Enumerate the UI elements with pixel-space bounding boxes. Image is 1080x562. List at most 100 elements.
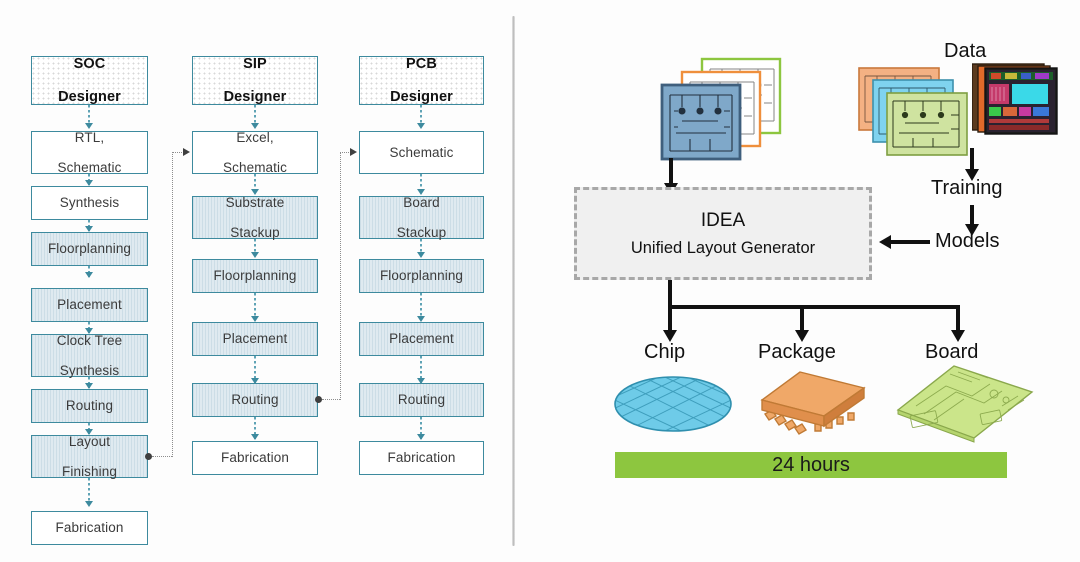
pcb-step-fabrication: Fabrication [359, 441, 484, 475]
pcb-header-line1: PCB [406, 56, 437, 73]
sip-connector-0 [251, 105, 259, 129]
soc-header-line2: Designer [58, 88, 121, 105]
pcb-step-floorplanning: Floorplanning [359, 259, 484, 293]
feedback-sip-seg-v [340, 152, 341, 400]
models-label: Models [935, 230, 1000, 252]
feedback-soc-seg-v [172, 152, 173, 457]
sip-step-1-line2: Stackup [230, 225, 280, 241]
pcb-designer-header: PCB Designer [359, 56, 484, 105]
pcb-connector-1 [417, 174, 425, 195]
soc-step-5-label: Routing [65, 398, 114, 414]
soc-step-routing: Routing [31, 389, 148, 423]
sip-connector-3 [251, 293, 259, 322]
soc-connector-1 [85, 174, 93, 186]
training-label: Training [931, 177, 1003, 199]
figure-root: SOC Designer RTL, Schematic Synthesis Fl… [0, 0, 1080, 562]
arrow-to-board [951, 305, 965, 342]
arrow-data-to-training [965, 148, 979, 181]
idea-output-rail [668, 305, 960, 309]
data-schematic-stack [858, 67, 968, 156]
soc-step-layout-finishing: Layout Finishing [31, 433, 148, 480]
feedback-sip-origin-dot [315, 396, 322, 403]
soc-header-line1: SOC [73, 56, 106, 73]
pcb-step-1-line2: Stackup [396, 225, 447, 241]
idea-overview-panel: Data Training Models IDEA Unified Layout… [512, 0, 1080, 562]
sip-step-routing: Routing [192, 383, 318, 417]
sip-connector-5 [251, 417, 259, 440]
soc-step-placement: Placement [31, 288, 148, 322]
soc-step-fabrication: Fabrication [31, 511, 148, 545]
soc-step-4-line2: Synthesis [59, 363, 120, 379]
soc-connector-4 [85, 322, 93, 334]
arrow-models-to-idea [879, 235, 930, 249]
pcb-connector-5 [417, 417, 425, 440]
soc-step-0-line2: Schematic [57, 160, 122, 176]
output-label-package: Package [758, 341, 836, 363]
output-label-chip: Chip [644, 341, 686, 363]
feedback-soc-seg-h1 [152, 456, 172, 457]
turnaround-time-label: 24 hours [772, 453, 850, 476]
board-graphic [896, 365, 1034, 443]
sip-step-3-label: Placement [222, 331, 288, 347]
arrow-schematic-to-idea [664, 158, 678, 195]
sip-designer-header: SIP Designer [192, 56, 318, 105]
sip-step-0-line2: Schematic [223, 160, 287, 176]
sip-connector-2 [251, 239, 259, 258]
chip-wafer-graphic [614, 376, 732, 432]
soc-connector-5 [85, 377, 93, 389]
sip-step-substrate-stackup: Substrate Stackup [192, 194, 318, 241]
sip-connector-1 [251, 174, 259, 195]
pcb-connector-2 [417, 239, 425, 258]
pcb-connector-0 [417, 105, 425, 129]
soc-step-0-line1: RTL, [74, 129, 105, 145]
pcb-step-1-line1: Board [403, 194, 440, 210]
soc-step-floorplanning: Floorplanning [31, 232, 148, 266]
arrow-to-chip [663, 305, 677, 342]
soc-step-6-line1: Layout [68, 433, 111, 449]
soc-step-6-line2: Finishing [62, 464, 117, 480]
pcb-step-2-label: Floorplanning [379, 268, 464, 284]
sip-step-4-label: Routing [231, 392, 279, 408]
sip-connector-4 [251, 356, 259, 384]
arrow-to-package [795, 305, 809, 342]
design-flow-panel: SOC Designer RTL, Schematic Synthesis Fl… [0, 0, 512, 562]
sip-step-2-label: Floorplanning [213, 268, 297, 284]
feedback-sip-arrow [350, 148, 357, 156]
soc-step-7-label: Fabrication [55, 520, 124, 536]
soc-step-2-label: Floorplanning [47, 241, 132, 257]
pcb-connector-4 [417, 356, 425, 384]
feedback-soc-arrow [183, 148, 190, 156]
idea-unified-layout-generator-box: IDEA Unified Layout Generator [574, 187, 872, 280]
pcb-step-placement: Placement [359, 322, 484, 356]
idea-subtitle: Unified Layout Generator [630, 238, 816, 257]
soc-connector-0 [85, 105, 93, 129]
package-graphic [760, 371, 866, 435]
soc-step-1-label: Synthesis [59, 195, 120, 211]
sip-step-5-label: Fabrication [221, 450, 289, 466]
sip-header-line2: Designer [223, 88, 287, 105]
pcb-step-routing: Routing [359, 383, 484, 417]
pcb-step-schematic: Schematic [359, 131, 484, 174]
pcb-step-4-label: Routing [397, 392, 446, 408]
soc-step-4-line1: Clock Tree [56, 332, 123, 348]
soc-step-synthesis: Synthesis [31, 186, 148, 220]
soc-connector-2 [85, 220, 93, 232]
soc-step-3-label: Placement [57, 297, 122, 313]
soc-step-clock-tree-synthesis: Clock Tree Synthesis [31, 332, 148, 379]
soc-designer-header: SOC Designer [31, 56, 148, 105]
pcb-step-5-label: Fabrication [387, 450, 456, 466]
pcb-step-board-stackup: Board Stackup [359, 194, 484, 241]
sip-step-excel-schematic: Excel, Schematic [192, 129, 318, 176]
die-photo-stack [972, 63, 1058, 135]
feedback-sip-seg-h1 [322, 399, 340, 400]
pcb-connector-3 [417, 293, 425, 322]
sip-step-placement: Placement [192, 322, 318, 356]
input-schematic-stack [660, 57, 782, 161]
turnaround-time-bar: 24 hours [615, 452, 1007, 478]
soc-step-rtl-schematic: RTL, Schematic [31, 129, 148, 176]
sip-step-floorplanning: Floorplanning [192, 259, 318, 293]
sip-step-0-line1: Excel, [236, 129, 274, 145]
sip-step-1-line1: Substrate [225, 194, 285, 210]
soc-connector-6 [85, 423, 93, 435]
soc-connector-3 [85, 266, 93, 278]
